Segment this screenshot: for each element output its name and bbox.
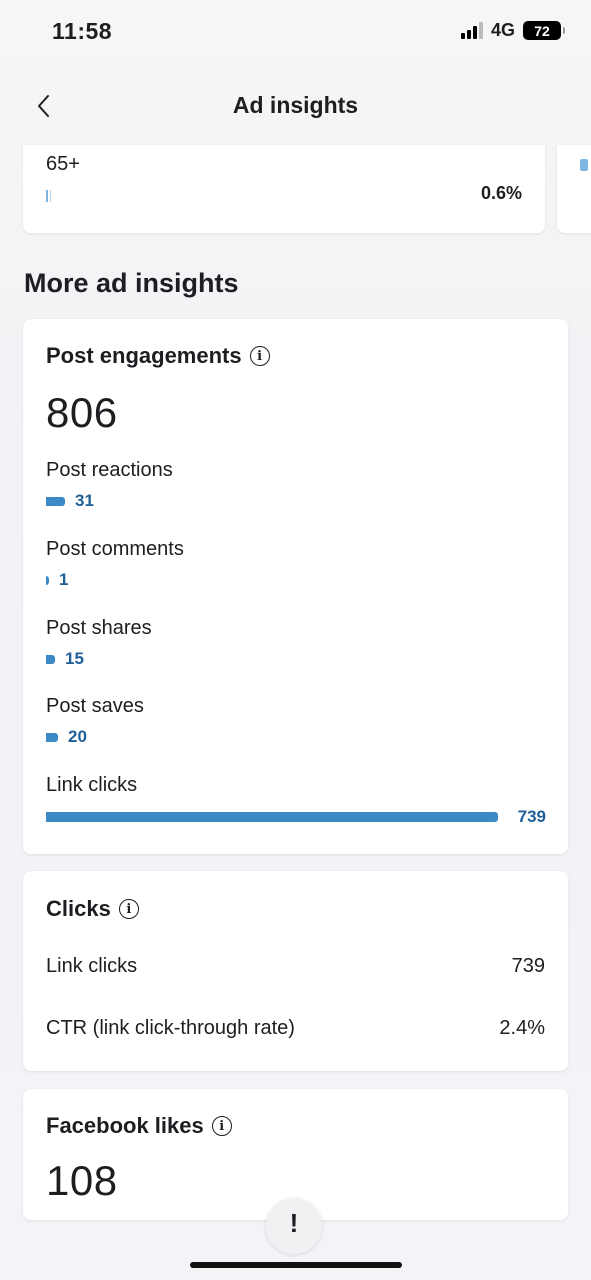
- post-engagements-card: Post engagements i 806 Post reactions 31…: [23, 319, 568, 854]
- link-clicks-value: 739: [517, 807, 546, 826]
- post-comments-value: 1: [59, 570, 69, 589]
- post-shares-value: 15: [65, 649, 84, 668]
- metric-row-post-saves: 20: [46, 727, 87, 747]
- post-reactions-bar: [46, 496, 65, 506]
- network-type: 4G: [490, 20, 515, 40]
- info-icon[interactable]: i: [249, 346, 270, 366]
- metric-row-link-clicks: 739: [46, 807, 546, 827]
- metric-row-post-reactions: 31: [46, 491, 94, 511]
- age-group-bar: [46, 190, 48, 202]
- info-icon[interactable]: i: [211, 1116, 232, 1136]
- post-engagements-title-text: Post engagements: [46, 343, 242, 368]
- metric-label-post-shares: Post shares: [46, 617, 152, 639]
- post-reactions-value: 31: [75, 491, 94, 510]
- metric-label-post-reactions: Post reactions: [46, 459, 173, 481]
- age-breakdown-card: 65+ 0.6%: [23, 145, 545, 233]
- nav-bar: Ad insights: [0, 70, 591, 144]
- clicks-card: Clicks i Link clicks 739 CTR (link click…: [23, 871, 568, 1071]
- post-comments-bar: [46, 575, 49, 585]
- facebook-likes-total: 108: [46, 1157, 118, 1204]
- age-group-bar-secondary: [50, 190, 51, 202]
- info-icon[interactable]: i: [118, 899, 139, 919]
- clicks-title: Clicks i: [46, 896, 139, 922]
- post-saves-bar: [46, 732, 58, 742]
- post-engagements-title: Post engagements i: [46, 343, 270, 369]
- battery-level: 72: [534, 22, 550, 39]
- clicks-row-value-link-clicks: 739: [511, 955, 545, 977]
- age-group-value: 0.6%: [480, 183, 522, 203]
- peek-bar: [580, 159, 588, 171]
- status-indicators: 4G 72: [460, 20, 565, 41]
- battery-icon: 72: [523, 21, 565, 40]
- post-shares-bar: [46, 654, 55, 664]
- clicks-title-text: Clicks: [46, 896, 111, 921]
- facebook-likes-title: Facebook likes i: [46, 1113, 232, 1139]
- clicks-row-label-ctr: CTR (link click-through rate): [46, 1017, 295, 1039]
- status-time: 11:58: [52, 18, 113, 44]
- link-clicks-bar: [46, 812, 498, 822]
- next-card-peek[interactable]: [557, 145, 591, 233]
- metric-row-post-shares: 15: [46, 649, 84, 669]
- cellular-signal-icon: [460, 22, 483, 39]
- clicks-row-value-ctr: 2.4%: [499, 1017, 545, 1039]
- section-title: More ad insights: [24, 268, 239, 298]
- metric-label-post-comments: Post comments: [46, 538, 184, 560]
- post-saves-value: 20: [68, 727, 87, 746]
- post-engagements-total: 806: [46, 389, 118, 436]
- metric-row-post-comments: 1: [46, 570, 68, 590]
- metric-label-post-saves: Post saves: [46, 695, 144, 717]
- facebook-likes-title-text: Facebook likes: [46, 1113, 204, 1138]
- feedback-button[interactable]: !: [266, 1198, 322, 1254]
- status-bar: 11:58 4G 72: [0, 0, 591, 64]
- home-indicator[interactable]: [190, 1262, 402, 1268]
- clicks-row-label-link-clicks: Link clicks: [46, 955, 138, 977]
- age-group-label: 65+: [46, 153, 80, 175]
- page-title: Ad insights: [232, 92, 359, 118]
- metric-label-link-clicks: Link clicks: [46, 774, 138, 796]
